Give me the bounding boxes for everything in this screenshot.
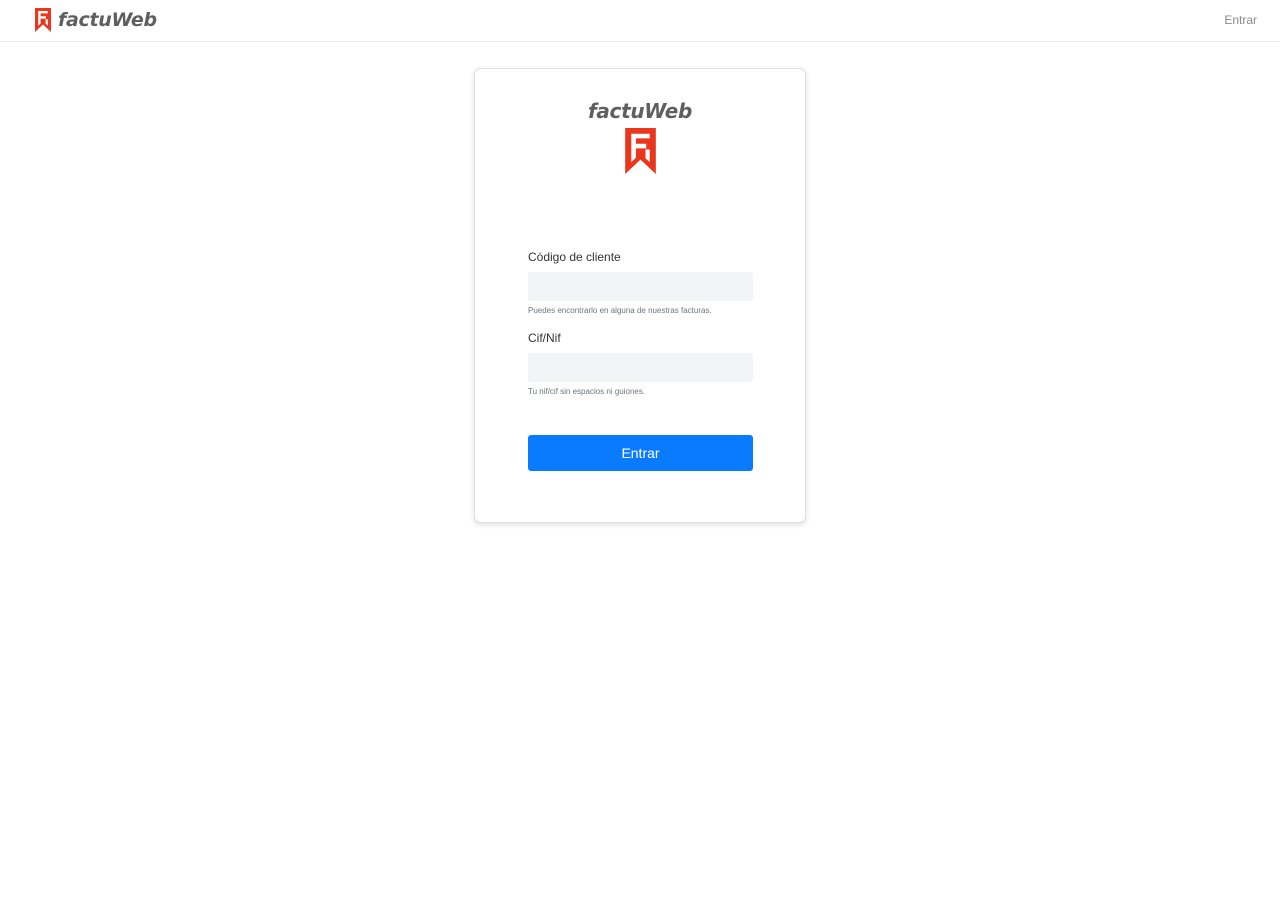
login-submit-button[interactable]: Entrar <box>528 435 753 471</box>
factuweb-logo-icon <box>625 128 656 174</box>
brand-name: factuWeb <box>58 9 157 31</box>
login-form: Código de cliente Puedes encontrarlo en … <box>528 249 753 471</box>
cif-nif-group: Cif/Nif Tu nif/cif sin espacios ni guion… <box>528 330 753 397</box>
client-code-group: Código de cliente Puedes encontrarlo en … <box>528 249 753 316</box>
client-code-input[interactable] <box>528 272 753 301</box>
cif-nif-label: Cif/Nif <box>528 331 561 345</box>
factuweb-logo-icon <box>35 8 51 32</box>
cif-nif-input[interactable] <box>528 353 753 382</box>
card-logo-text: factuWeb <box>587 99 693 123</box>
client-code-help: Puedes encontrarlo en alguna de nuestras… <box>528 306 712 315</box>
navbar: factuWeb Entrar <box>0 0 1280 42</box>
client-code-label: Código de cliente <box>528 250 621 264</box>
login-link[interactable]: Entrar <box>1224 12 1257 28</box>
cif-nif-help: Tu nif/cif sin espacios ni guiones. <box>528 387 646 396</box>
login-card: factuWeb Código de cliente Puedes encont… <box>474 68 806 523</box>
brand-link[interactable]: factuWeb <box>35 8 157 32</box>
